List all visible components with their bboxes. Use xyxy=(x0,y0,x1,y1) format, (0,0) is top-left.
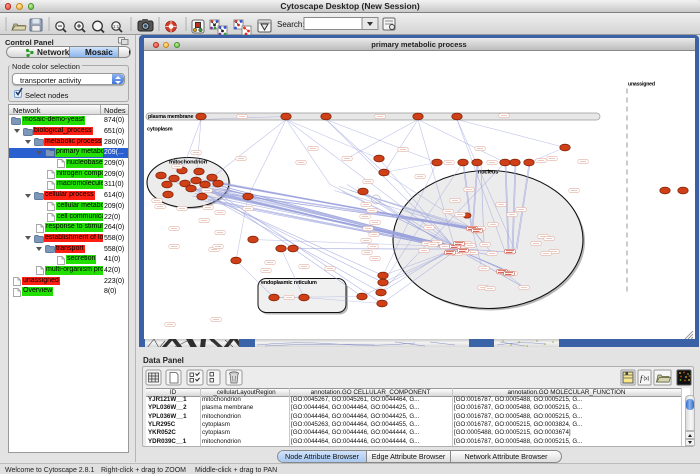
svg-text:plasma membrane: plasma membrane xyxy=(148,114,193,120)
svg-text:Search:: Search: xyxy=(277,20,305,29)
svg-text:1:1: 1:1 xyxy=(113,24,120,29)
svg-text:endoplasmic reticulum: endoplasmic reticulum xyxy=(261,280,317,286)
svg-text:unassigned: unassigned xyxy=(628,82,655,88)
svg-text:cytoplasm: cytoplasm xyxy=(147,127,173,133)
svg-text:(x): (x) xyxy=(644,376,650,382)
